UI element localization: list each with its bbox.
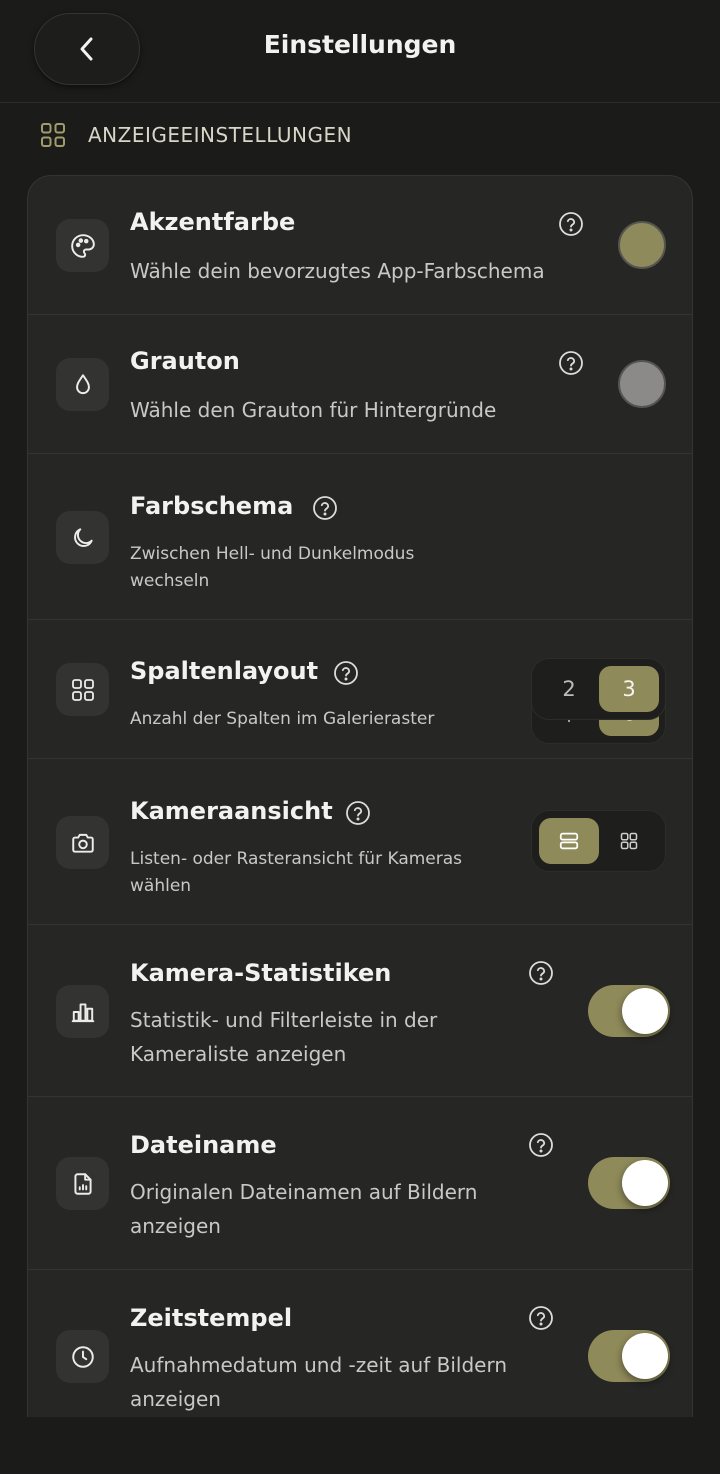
setting-description: Wähle den Grauton für Hintergründe bbox=[130, 398, 497, 422]
help-icon[interactable] bbox=[528, 1132, 554, 1158]
grid-icon bbox=[619, 831, 639, 851]
setting-title: Kamera-Statistiken bbox=[130, 959, 392, 987]
list-icon bbox=[558, 830, 580, 852]
setting-description: wechseln bbox=[130, 571, 210, 591]
setting-row-accent-color: Akzentfarbe Wähle dein bevorzugtes App-F… bbox=[28, 176, 692, 315]
help-icon[interactable] bbox=[558, 211, 584, 237]
gray-tone-swatch[interactable] bbox=[618, 360, 666, 408]
column-option-2[interactable]: 2 bbox=[539, 666, 599, 712]
camera-statistics-toggle[interactable] bbox=[588, 985, 670, 1037]
setting-title: Farbschema bbox=[130, 492, 294, 520]
setting-description: Wähle dein bevorzugtes App-Farbschema bbox=[130, 259, 545, 283]
camera-view-selector[interactable] bbox=[531, 810, 666, 872]
setting-title: Grauton bbox=[130, 347, 240, 375]
help-icon[interactable] bbox=[312, 495, 338, 521]
moon-icon bbox=[56, 511, 109, 564]
setting-row-camera-view: Kameraansicht Listen- oder Rasteransicht… bbox=[28, 759, 692, 925]
toggle-knob bbox=[622, 1333, 668, 1379]
grid-icon bbox=[40, 122, 66, 148]
setting-description: wählen bbox=[130, 876, 192, 896]
setting-row-camera-statistics: Kamera-Statistiken Statistik- und Filter… bbox=[28, 925, 692, 1097]
settings-card: Akzentfarbe Wähle dein bevorzugtes App-F… bbox=[27, 175, 693, 1417]
app-header: Einstellungen bbox=[0, 0, 720, 103]
help-icon[interactable] bbox=[528, 1305, 554, 1331]
bar-chart-icon bbox=[56, 985, 109, 1038]
setting-description: Statistik- und Filterleiste in der bbox=[130, 1008, 438, 1032]
setting-row-gray-tone: Grauton Wähle den Grauton für Hintergrün… bbox=[28, 315, 692, 454]
setting-title: Akzentfarbe bbox=[130, 208, 296, 236]
droplet-icon bbox=[56, 358, 109, 411]
timestamp-toggle[interactable] bbox=[588, 1330, 670, 1382]
setting-title: Spaltenlayout bbox=[130, 657, 319, 685]
help-icon[interactable] bbox=[345, 800, 371, 826]
palette-icon bbox=[56, 219, 109, 272]
filename-toggle[interactable] bbox=[588, 1157, 670, 1209]
help-icon[interactable] bbox=[558, 350, 584, 376]
setting-title: Kameraansicht bbox=[130, 797, 333, 825]
setting-description: Zwischen Hell- und Dunkelmodus bbox=[130, 544, 415, 564]
column-count-selector[interactable]: 2 3 bbox=[531, 658, 666, 720]
list-view-option[interactable] bbox=[539, 818, 599, 864]
setting-description: Originalen Dateinamen auf Bildern bbox=[130, 1180, 478, 1204]
setting-title: Dateiname bbox=[130, 1131, 277, 1159]
camera-icon bbox=[56, 816, 109, 869]
setting-row-timestamp: Zeitstempel Aufnahmedatum und -zeit auf … bbox=[28, 1270, 692, 1417]
column-option-3[interactable]: 3 bbox=[599, 666, 659, 712]
page-title: Einstellungen bbox=[263, 30, 457, 59]
setting-row-filename: Dateiname Originalen Dateinamen auf Bild… bbox=[28, 1097, 692, 1270]
setting-description: Kameraliste anzeigen bbox=[130, 1042, 347, 1066]
toggle-knob bbox=[622, 1160, 668, 1206]
grid-icon bbox=[56, 663, 109, 716]
file-chart-icon bbox=[56, 1157, 109, 1210]
help-icon[interactable] bbox=[528, 960, 554, 986]
section-title: ANZEIGEEINSTELLUNGEN bbox=[88, 123, 353, 147]
help-icon[interactable] bbox=[333, 660, 359, 686]
setting-row-color-scheme: Farbschema Zwischen Hell- und Dunkelmodu… bbox=[28, 454, 692, 744]
clock-icon bbox=[56, 1330, 109, 1383]
setting-title: Zeitstempel bbox=[130, 1304, 293, 1332]
setting-description: anzeigen bbox=[130, 1214, 221, 1238]
setting-description: Anzahl der Spalten im Galerieraster bbox=[130, 709, 435, 729]
grid-view-option[interactable] bbox=[599, 818, 659, 864]
toggle-knob bbox=[622, 988, 668, 1034]
accent-color-swatch[interactable] bbox=[618, 221, 666, 269]
section-header: ANZEIGEEINSTELLUNGEN bbox=[40, 120, 352, 150]
setting-row-column-layout: Spaltenlayout Anzahl der Spalten im Gale… bbox=[28, 620, 692, 759]
setting-description: Aufnahmedatum und -zeit auf Bildern bbox=[130, 1353, 507, 1377]
setting-description: anzeigen bbox=[130, 1387, 221, 1411]
setting-description: Listen- oder Rasteransicht für Kameras bbox=[130, 849, 463, 869]
